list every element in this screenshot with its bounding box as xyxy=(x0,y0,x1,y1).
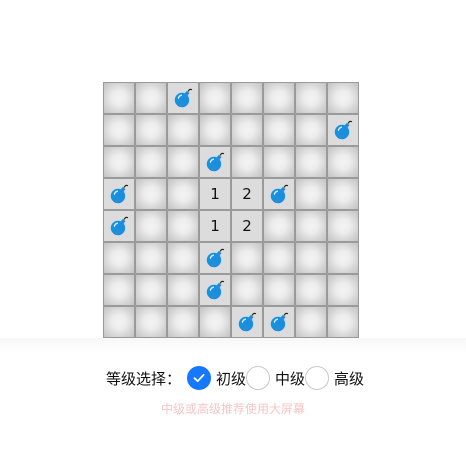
cell-bomb[interactable] xyxy=(167,82,199,114)
cell-covered[interactable] xyxy=(295,114,327,146)
radio-unchecked-icon xyxy=(305,366,330,390)
cell-covered[interactable] xyxy=(103,306,135,338)
cell-number-label: 2 xyxy=(242,185,252,203)
cell-covered[interactable] xyxy=(103,274,135,306)
minesweeper-page: 1 2 1 2 等级选择： 初级 中级 高级 中级或高级推荐使用大屏幕 xyxy=(0,0,466,466)
cell-covered[interactable] xyxy=(295,146,327,178)
cell-covered[interactable] xyxy=(135,178,167,210)
cell-covered[interactable] xyxy=(135,114,167,146)
cell-number[interactable]: 1 xyxy=(199,210,231,242)
bomb-icon xyxy=(109,183,129,205)
bomb-icon xyxy=(333,119,353,141)
cell-covered[interactable] xyxy=(263,146,295,178)
cell-covered[interactable] xyxy=(231,274,263,306)
cell-covered[interactable] xyxy=(327,306,359,338)
radio-unchecked-icon xyxy=(246,366,271,390)
cell-covered[interactable] xyxy=(231,146,263,178)
bomb-icon xyxy=(269,183,289,205)
cell-covered[interactable] xyxy=(167,178,199,210)
cell-covered[interactable] xyxy=(295,306,327,338)
cell-covered[interactable] xyxy=(167,274,199,306)
cell-number-label: 1 xyxy=(210,185,220,203)
bomb-icon xyxy=(205,279,225,301)
radio-checked-icon xyxy=(187,366,212,390)
cell-covered[interactable] xyxy=(295,178,327,210)
cell-covered[interactable] xyxy=(295,242,327,274)
cell-bomb[interactable] xyxy=(199,274,231,306)
cell-covered[interactable] xyxy=(295,274,327,306)
cell-covered[interactable] xyxy=(231,114,263,146)
bomb-icon xyxy=(205,151,225,173)
cell-number-label: 1 xyxy=(210,217,220,235)
cell-covered[interactable] xyxy=(135,146,167,178)
screen-size-hint: 中级或高级推荐使用大屏幕 xyxy=(160,402,305,416)
level-option-label: 初级 xyxy=(216,369,247,388)
cell-covered[interactable] xyxy=(263,82,295,114)
cell-covered[interactable] xyxy=(231,82,263,114)
cell-covered[interactable] xyxy=(263,210,295,242)
cell-covered[interactable] xyxy=(135,210,167,242)
cell-covered[interactable] xyxy=(295,82,327,114)
cell-covered[interactable] xyxy=(135,274,167,306)
bomb-icon xyxy=(205,247,225,269)
cell-covered[interactable] xyxy=(327,242,359,274)
bomb-icon xyxy=(237,311,257,333)
cell-covered[interactable] xyxy=(199,306,231,338)
cell-covered[interactable] xyxy=(263,242,295,274)
cell-bomb[interactable] xyxy=(103,178,135,210)
cell-covered[interactable] xyxy=(167,242,199,274)
cell-covered[interactable] xyxy=(167,146,199,178)
level-option-beginner[interactable]: 初级 xyxy=(187,366,246,390)
cell-bomb[interactable] xyxy=(327,114,359,146)
cell-covered[interactable] xyxy=(327,210,359,242)
bomb-icon xyxy=(109,215,129,237)
cell-covered[interactable] xyxy=(135,82,167,114)
cell-number[interactable]: 2 xyxy=(231,210,263,242)
cell-bomb[interactable] xyxy=(199,242,231,274)
bomb-icon xyxy=(173,87,193,109)
cell-covered[interactable] xyxy=(295,210,327,242)
check-icon xyxy=(193,373,205,383)
cell-covered[interactable] xyxy=(103,82,135,114)
cell-covered[interactable] xyxy=(263,114,295,146)
cell-bomb[interactable] xyxy=(199,146,231,178)
level-select-label: 等级选择： xyxy=(106,369,182,388)
cell-bomb[interactable] xyxy=(103,210,135,242)
cell-bomb[interactable] xyxy=(231,306,263,338)
cell-covered[interactable] xyxy=(135,242,167,274)
level-option-intermediate[interactable]: 中级 xyxy=(246,366,305,390)
cell-covered[interactable] xyxy=(327,82,359,114)
cell-covered[interactable] xyxy=(199,114,231,146)
cell-covered[interactable] xyxy=(199,82,231,114)
cell-covered[interactable] xyxy=(327,146,359,178)
cell-covered[interactable] xyxy=(231,242,263,274)
level-selector: 等级选择： 初级 中级 高级 xyxy=(106,365,364,391)
cell-number-label: 2 xyxy=(242,217,252,235)
cell-covered[interactable] xyxy=(263,274,295,306)
cell-covered[interactable] xyxy=(327,178,359,210)
cell-covered[interactable] xyxy=(167,306,199,338)
cell-covered[interactable] xyxy=(103,146,135,178)
game-board: 1 2 1 2 xyxy=(103,82,359,338)
level-option-label: 中级 xyxy=(275,369,306,388)
cell-covered[interactable] xyxy=(103,242,135,274)
bomb-icon xyxy=(269,311,289,333)
cell-covered[interactable] xyxy=(103,114,135,146)
cell-covered[interactable] xyxy=(327,274,359,306)
cell-number[interactable]: 1 xyxy=(199,178,231,210)
cell-bomb[interactable] xyxy=(263,178,295,210)
cell-covered[interactable] xyxy=(167,210,199,242)
level-option-expert[interactable]: 高级 xyxy=(305,366,364,390)
cell-covered[interactable] xyxy=(135,306,167,338)
level-option-label: 高级 xyxy=(334,369,365,388)
cell-number[interactable]: 2 xyxy=(231,178,263,210)
cell-bomb[interactable] xyxy=(263,306,295,338)
cell-covered[interactable] xyxy=(167,114,199,146)
